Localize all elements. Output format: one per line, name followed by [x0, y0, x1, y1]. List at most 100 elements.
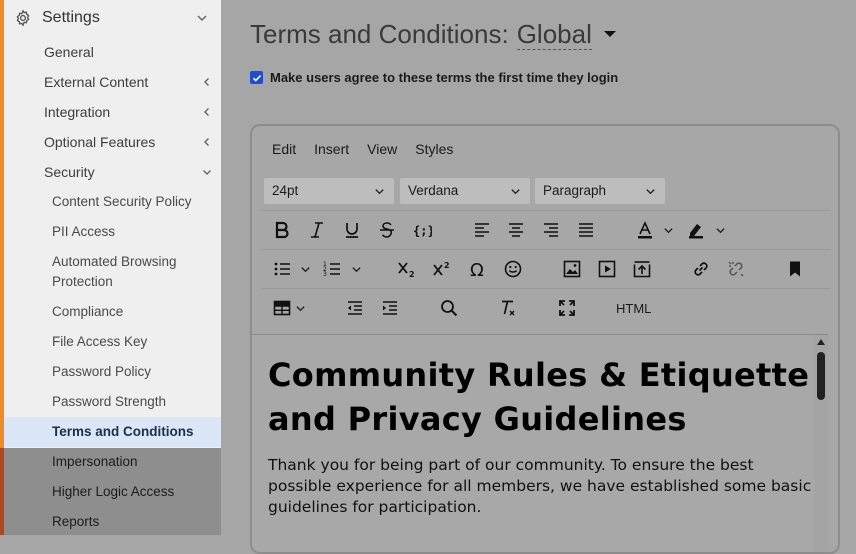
align-left-icon	[475, 223, 489, 237]
bookmark-button[interactable]	[784, 258, 806, 280]
chevron-down-icon	[646, 189, 655, 195]
toolbar-separator	[262, 210, 830, 211]
agree-terms-row: Make users agree to these terms the firs…	[250, 70, 618, 85]
align-left-button[interactable]	[471, 219, 493, 241]
unlink-button[interactable]	[725, 258, 747, 280]
indent-icon	[383, 301, 397, 315]
gear-icon	[16, 9, 30, 27]
smiley-icon	[504, 260, 522, 278]
text-color-icon	[638, 221, 652, 239]
menu-view[interactable]: View	[367, 141, 397, 157]
sidebar-subitem-higher-logic-access[interactable]: Higher Logic Access	[52, 482, 217, 502]
chevron-down-icon[interactable]	[351, 264, 362, 275]
sidebar-item-security[interactable]: Security	[44, 157, 214, 187]
align-right-icon	[544, 223, 558, 237]
underline-button[interactable]	[341, 219, 363, 241]
indent-button[interactable]	[379, 297, 401, 319]
insert-image-button[interactable]	[561, 258, 583, 280]
chevron-down-icon[interactable]	[295, 303, 306, 314]
svg-text:{;}: {;}	[413, 224, 432, 238]
sidebar-item-general[interactable]: General	[44, 37, 214, 67]
check-icon	[252, 74, 261, 82]
menu-edit[interactable]: Edit	[272, 141, 296, 157]
find-replace-button[interactable]	[438, 297, 460, 319]
strikethrough-icon	[380, 222, 394, 238]
scroll-up-arrow-icon[interactable]	[817, 339, 825, 345]
link-icon	[694, 262, 708, 276]
editor-document: Community Rules & Etiquette and Privacy …	[268, 353, 813, 518]
sidebar-subitem-compliance[interactable]: Compliance	[52, 302, 217, 322]
omega-icon: Ω	[470, 260, 484, 279]
insert-embed-button[interactable]	[631, 258, 653, 280]
fullscreen-icon	[559, 300, 575, 316]
italic-button[interactable]	[306, 219, 328, 241]
align-justify-icon	[579, 223, 593, 237]
sidebar-item-integration[interactable]: Integration	[44, 97, 214, 127]
page-title: Terms and Conditions: Global	[250, 16, 618, 52]
highlight-color-button[interactable]	[685, 219, 707, 241]
chevron-left-icon	[204, 108, 209, 116]
outdent-button[interactable]	[344, 297, 366, 319]
font-size-value: 24pt	[272, 183, 299, 198]
chevron-down-icon[interactable]	[300, 264, 311, 275]
editor-content-area[interactable]: Community Rules & Etiquette and Privacy …	[252, 334, 828, 552]
text-color-button[interactable]	[634, 219, 656, 241]
align-center-icon	[509, 223, 523, 237]
sidebar-item-external-content[interactable]: External Content	[44, 67, 214, 97]
sidebar-header-settings[interactable]: Settings	[14, 4, 214, 32]
bullet-list-button[interactable]	[271, 258, 293, 280]
chevron-down-icon[interactable]	[663, 225, 674, 236]
sidebar-subitem-pii-access[interactable]: PII Access	[52, 222, 217, 242]
menu-insert[interactable]: Insert	[314, 141, 349, 157]
sidebar-item-optional-features[interactable]: Optional Features	[44, 127, 214, 157]
menu-styles[interactable]: Styles	[415, 141, 453, 157]
align-right-button[interactable]	[540, 219, 562, 241]
insert-link-button[interactable]	[690, 258, 712, 280]
toolbar-separator	[262, 249, 830, 250]
block-format-value: Paragraph	[543, 183, 607, 198]
chevron-down-icon[interactable]	[715, 225, 726, 236]
insert-media-button[interactable]	[596, 258, 618, 280]
font-size-select[interactable]: 24pt	[264, 178, 394, 204]
numbered-list-button[interactable]: 123	[321, 258, 343, 280]
sidebar-subitem-reports[interactable]: Reports	[52, 512, 217, 532]
chevron-down-icon	[375, 189, 384, 195]
svg-text:2: 2	[409, 270, 415, 279]
emoticons-button[interactable]	[502, 258, 524, 280]
sidebar-subitem-password-policy[interactable]: Password Policy	[52, 362, 217, 382]
agree-terms-checkbox[interactable]	[250, 71, 263, 84]
underline-icon	[346, 223, 358, 238]
align-justify-button[interactable]	[575, 219, 597, 241]
block-format-select[interactable]: Paragraph	[535, 178, 665, 204]
table-button[interactable]	[271, 297, 293, 319]
image-icon	[563, 260, 581, 278]
sidebar-subitem-terms-and-conditions[interactable]: Terms and Conditions	[4, 417, 221, 447]
toolbar-separator	[262, 288, 830, 289]
scope-dropdown[interactable]: Global	[516, 19, 592, 50]
sidebar-subitem-impersonation[interactable]: Impersonation	[52, 452, 217, 472]
align-center-button[interactable]	[505, 219, 527, 241]
special-character-button[interactable]: Ω	[467, 258, 489, 280]
fullscreen-button[interactable]	[556, 297, 578, 319]
sidebar-subitem-content-security-policy[interactable]: Content Security Policy	[52, 192, 217, 212]
embed-upload-icon	[633, 261, 651, 278]
editor-scrollbar[interactable]	[814, 335, 828, 552]
subscript-button[interactable]: 2	[396, 258, 418, 280]
code-sample-button[interactable]: {;}	[411, 219, 433, 241]
document-heading: Community Rules & Etiquette and Privacy …	[268, 356, 810, 438]
svg-text:2: 2	[444, 261, 450, 270]
sidebar-subitem-automated-browsing-protection[interactable]: Automated Browsing Protection	[52, 252, 217, 292]
sidebar-item-label: Security	[44, 164, 95, 180]
strikethrough-button[interactable]	[376, 219, 398, 241]
sidebar-subitem-password-strength[interactable]: Password Strength	[52, 392, 217, 412]
caret-down-icon[interactable]	[602, 26, 618, 42]
sidebar-item-label: Optional Features	[44, 134, 156, 150]
page-title-text: Terms and Conditions:	[250, 18, 509, 49]
font-family-select[interactable]: Verdana	[400, 178, 530, 204]
superscript-button[interactable]: 2	[431, 258, 453, 280]
clear-formatting-button[interactable]	[497, 297, 519, 319]
scrollbar-thumb[interactable]	[817, 352, 825, 400]
sidebar-subitem-file-access-key[interactable]: File Access Key	[52, 332, 217, 352]
bold-button[interactable]	[271, 219, 293, 241]
html-source-button[interactable]: HTML	[616, 301, 651, 316]
